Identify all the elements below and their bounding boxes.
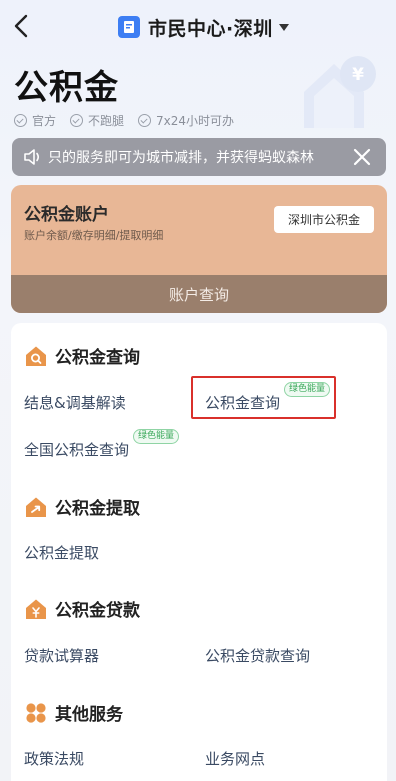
city-fund-badge: 深圳市公积金 [273, 206, 374, 233]
loan-calculator-link[interactable]: 贷款试算器 [24, 645, 99, 666]
notice-bar[interactable]: 只的服务即可为城市减排，并获得蚂蚁森林 [12, 138, 386, 176]
account-subtitle: 账户余额/缴存明细/提取明细 [24, 229, 164, 242]
house-yuan-icon [25, 598, 47, 620]
page-title: 公积金 [14, 68, 119, 108]
service-outlets-link[interactable]: 业务网点 [205, 748, 265, 769]
section-query-header: 公积金查询 [25, 343, 140, 368]
top-bar: 市民中心·深圳 [0, 0, 396, 54]
loan-query-link[interactable]: 公积金贷款查询 [205, 645, 310, 666]
caret-down-icon [278, 23, 289, 31]
notice-text: 只的服务即可为城市减排，并获得蚂蚁森林 [48, 150, 314, 166]
green-energy-badge: 绿色能量 [133, 429, 180, 444]
tag-label: 不跑腿 [88, 114, 125, 128]
highlight-box [191, 376, 336, 419]
national-fund-query-link[interactable]: 全国公积金查询 [24, 439, 129, 460]
tag-24h: 7x24小时可办 [138, 112, 234, 129]
section-withdraw-title: 公积金提取 [55, 499, 140, 519]
check-circle-icon [138, 114, 152, 127]
section-other-title: 其他服务 [55, 705, 123, 725]
section-loan-title: 公积金贷款 [55, 601, 140, 621]
tag-label: 7x24小时可办 [156, 114, 235, 128]
house-search-icon [25, 345, 47, 367]
section-loan-header: 公积金贷款 [25, 596, 140, 621]
tag-label: 官方 [32, 114, 57, 128]
close-icon[interactable] [350, 145, 374, 169]
tag-official: 官方 [14, 112, 56, 129]
account-card: 公积金账户 账户余额/缴存明细/提取明细 深圳市公积金 账户查询 [11, 185, 387, 313]
city-switcher[interactable]: 市民中心·深圳 [118, 13, 289, 41]
speaker-icon [22, 147, 46, 167]
section-withdraw-header: 公积金提取 [25, 494, 140, 519]
city-doc-icon [118, 16, 140, 38]
house-coin-decoration-icon: ¥ [296, 52, 388, 130]
account-title: 公积金账户 [24, 205, 109, 225]
interest-adjust-link[interactable]: 结息&调基解读 [24, 392, 126, 413]
services-panel: 公积金查询 结息&调基解读 公积金查询 绿色能量 全国公积金查询 绿色能量 公积… [11, 323, 387, 781]
section-other-header: 其他服务 [25, 700, 123, 725]
check-circle-icon [14, 114, 27, 127]
house-arrow-icon [25, 496, 47, 518]
tag-no-visit: 不跑腿 [70, 112, 124, 129]
section-query-title: 公积金查询 [55, 348, 140, 368]
svg-text:¥: ¥ [352, 65, 364, 85]
nav-title: 市民中心·深圳 [148, 17, 273, 40]
service-tags: 官方 不跑腿 7x24小时可办 [14, 112, 234, 129]
four-dots-grid-icon [25, 702, 47, 724]
check-circle-icon [70, 114, 84, 127]
fund-withdraw-link[interactable]: 公积金提取 [24, 542, 99, 563]
account-query-button[interactable]: 账户查询 [11, 275, 387, 313]
policy-link[interactable]: 政策法规 [24, 748, 84, 769]
back-chevron-icon[interactable] [10, 12, 34, 40]
